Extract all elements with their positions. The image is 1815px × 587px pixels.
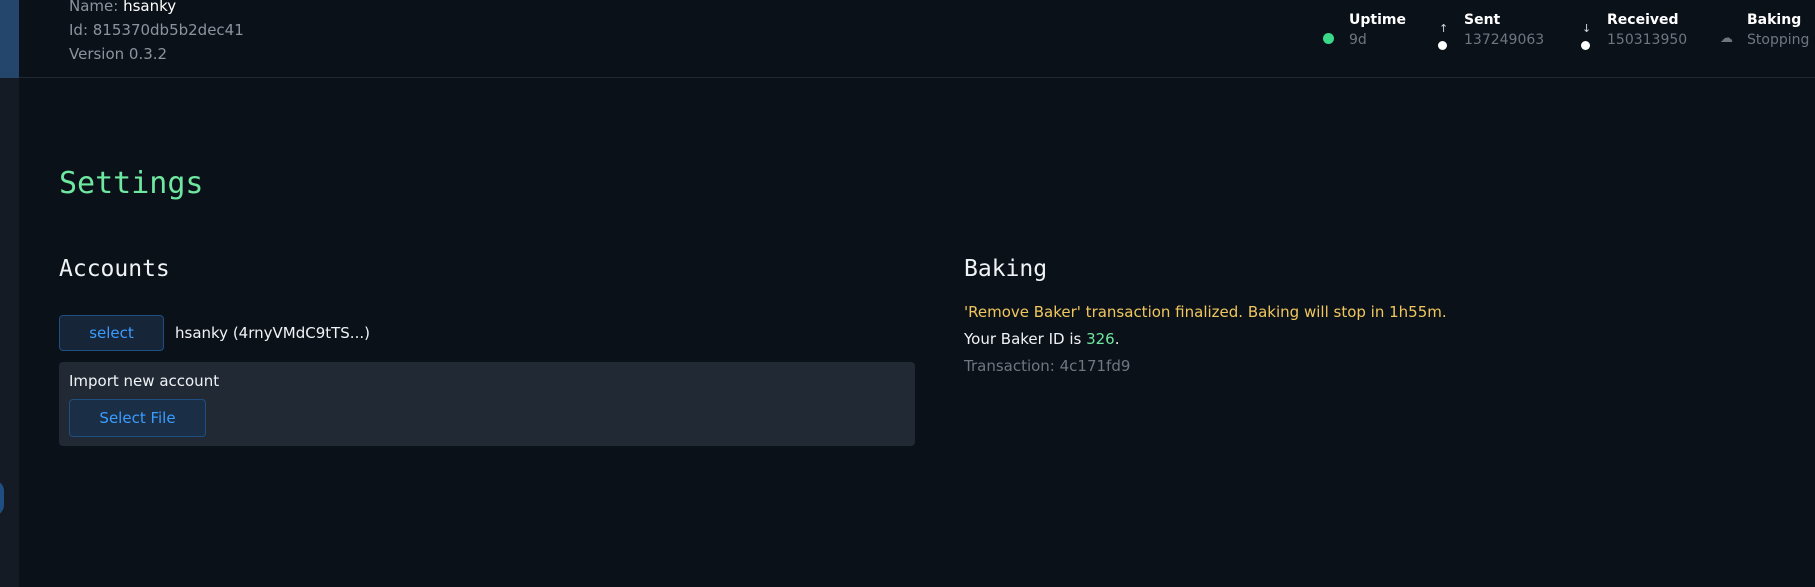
select-file-button[interactable]: Select File — [69, 399, 206, 437]
stat-sent-label: Sent — [1464, 12, 1501, 28]
select-account-button[interactable]: select — [59, 315, 164, 351]
status-dot-icon — [1321, 20, 1337, 46]
stat-uptime-value: 9d — [1349, 32, 1367, 48]
sidebar-active-indicator — [0, 0, 19, 78]
sidebar — [0, 0, 19, 587]
baking-section-title: Baking — [964, 256, 1048, 282]
stat-received-value: 150313950 — [1607, 32, 1688, 48]
transaction-hash: Transaction: 4c171fd9 — [964, 357, 1131, 375]
import-account-panel: Import new account Select File — [59, 362, 915, 446]
node-id: Id: 815370db5b2dec41 — [69, 21, 244, 39]
current-account: hsanky (4rnyVMdC9tTS...) — [175, 324, 370, 342]
node-name: hsanky — [123, 0, 177, 15]
cake-icon: ☁ — [1720, 31, 1733, 46]
baker-id-value: 326 — [1086, 330, 1115, 348]
baker-id-suffix: . — [1114, 330, 1120, 348]
baker-id-line: Your Baker ID is 326. — [964, 329, 1120, 349]
sidebar-toggle-handle[interactable] — [0, 480, 4, 516]
node-name-row: Name: hsanky — [69, 0, 244, 18]
stat-baking-value: Stopping — [1747, 32, 1810, 48]
import-account-label: Import new account — [69, 372, 220, 390]
page-title: Settings — [59, 166, 204, 201]
arrow-down-icon: ↓ — [1579, 20, 1595, 50]
stat-sent-value: 137249063 — [1464, 32, 1545, 48]
node-info: Name: hsanky Id: 815370db5b2dec41 Versio… — [69, 0, 244, 66]
arrow-up-icon: ↑ — [1436, 20, 1452, 50]
baking-status-message: 'Remove Baker' transaction finalized. Ba… — [964, 303, 1447, 321]
node-name-label: Name: — [69, 0, 124, 15]
stat-uptime-label: Uptime — [1349, 12, 1406, 28]
baker-id-prefix: Your Baker ID is — [964, 330, 1087, 348]
accounts-section-title: Accounts — [59, 256, 170, 282]
node-version: Version 0.3.2 — [69, 45, 168, 63]
stat-baking-label: Baking — [1747, 12, 1802, 28]
node-header: Name: hsanky Id: 815370db5b2dec41 Versio… — [19, 0, 1815, 78]
stat-received-label: Received — [1607, 12, 1679, 28]
